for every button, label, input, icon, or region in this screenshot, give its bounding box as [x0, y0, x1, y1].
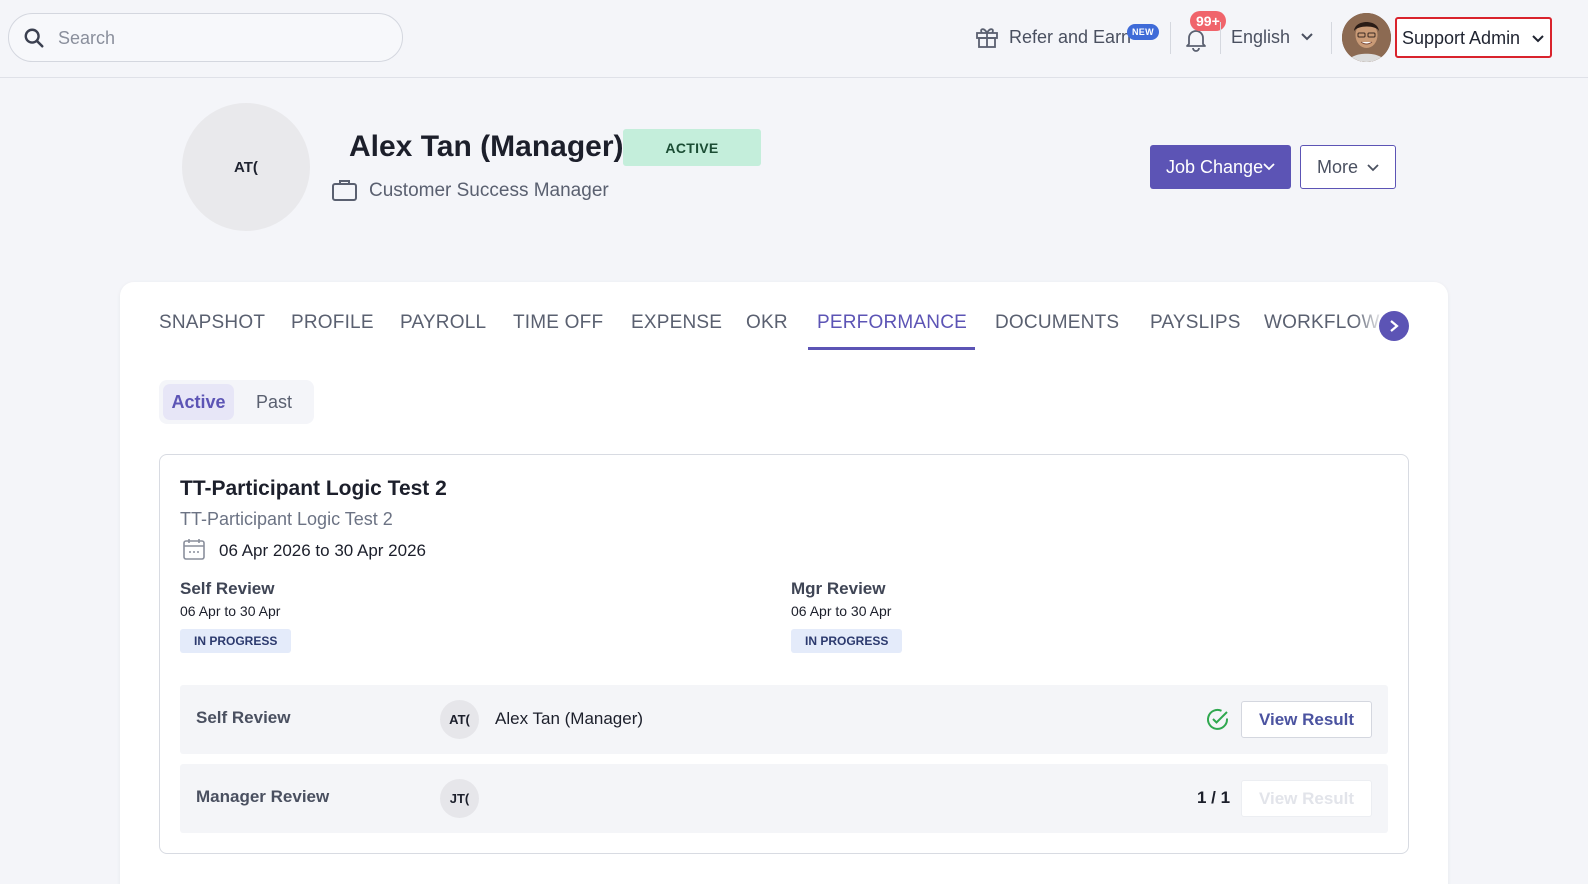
- avatar-photo-icon: [1342, 13, 1391, 62]
- tab-okr[interactable]: OKR: [746, 312, 788, 334]
- search-input[interactable]: Search: [58, 28, 115, 49]
- divider: [1220, 22, 1221, 54]
- new-badge: NEW: [1127, 24, 1159, 40]
- phase-self-review: Self Review 06 Apr to 30 Apr IN PROGRESS: [180, 579, 292, 653]
- status-badge: ACTIVE: [623, 129, 761, 166]
- tabs-next-button[interactable]: [1379, 311, 1409, 341]
- review-row-label: Self Review: [196, 708, 291, 727]
- tab-payslips[interactable]: PAYSLIPS: [1150, 312, 1241, 334]
- tab-performance[interactable]: PERFORMANCE: [817, 312, 967, 334]
- reviewer-avatar: JT(: [440, 779, 479, 818]
- search-box[interactable]: Search: [8, 13, 403, 62]
- segment-past[interactable]: Past: [239, 384, 309, 420]
- review-row-self: Self Review AT( Alex Tan (Manager) View …: [180, 685, 1388, 754]
- chevron-down-icon[interactable]: [1300, 32, 1314, 42]
- active-tab-indicator: [808, 347, 975, 350]
- review-cycle-card: TT-Participant Logic Test 2 TT-Participa…: [159, 454, 1409, 854]
- chevron-down-icon: [1367, 164, 1379, 172]
- review-cycle-dates: 06 Apr 2026 to 30 Apr 2026: [219, 541, 427, 560]
- review-row-manager: Manager Review JT( 1 / 1 View Result: [180, 764, 1388, 833]
- profile-avatar: AT(: [182, 103, 310, 231]
- tab-snapshot[interactable]: SNAPSHOT: [159, 312, 265, 334]
- job-change-button[interactable]: Job Change: [1150, 145, 1291, 189]
- divider: [1170, 22, 1171, 54]
- tab-bar: SNAPSHOT PROFILE PAYROLL TIME OFF EXPENS…: [159, 312, 1399, 352]
- search-icon: [24, 28, 44, 48]
- user-menu-button[interactable]: Support Admin: [1395, 17, 1552, 58]
- segment-active[interactable]: Active: [163, 384, 234, 420]
- chevron-right-icon: [1390, 320, 1399, 332]
- phase-status-badge: IN PROGRESS: [791, 629, 903, 653]
- refer-label: Refer and Earn: [1009, 26, 1132, 47]
- review-cycle-title: TT-Participant Logic Test 2: [180, 477, 447, 500]
- tab-time-off[interactable]: TIME OFF: [513, 312, 603, 334]
- calendar-icon: [183, 539, 205, 560]
- phase-manager-review: Mgr Review 06 Apr to 30 Apr IN PROGRESS: [791, 579, 903, 653]
- review-progress-count: 1 / 1: [1197, 788, 1231, 807]
- review-row-label: Manager Review: [196, 787, 330, 806]
- refer-and-earn-link[interactable]: Refer and Earn NEW: [974, 24, 1159, 50]
- job-change-label: Job Change: [1166, 156, 1264, 177]
- phase-title: Mgr Review: [791, 579, 886, 598]
- tab-documents[interactable]: DOCUMENTS: [995, 312, 1119, 334]
- briefcase-icon: [332, 180, 357, 201]
- status-segment-control: Active Past: [159, 380, 314, 424]
- phase-title: Self Review: [180, 579, 275, 598]
- phase-status-badge: IN PROGRESS: [180, 629, 292, 653]
- tab-expense[interactable]: EXPENSE: [631, 312, 722, 334]
- reviewer-name: Alex Tan (Manager): [495, 709, 644, 728]
- phase-dates: 06 Apr to 30 Apr: [791, 603, 892, 619]
- review-cycle-subtitle: TT-Participant Logic Test 2: [180, 509, 393, 529]
- check-circle-icon: [1207, 708, 1228, 730]
- top-bar: Search Refer and Earn NEW 99+ English Su…: [0, 0, 1588, 78]
- job-title: Customer Success Manager: [369, 180, 609, 201]
- gift-icon: [976, 28, 998, 48]
- view-result-button-disabled: View Result: [1241, 780, 1372, 817]
- divider: [1331, 22, 1332, 54]
- language-selector[interactable]: English: [1231, 27, 1290, 48]
- more-button[interactable]: More: [1300, 145, 1396, 189]
- user-avatar[interactable]: [1342, 13, 1391, 62]
- tab-payroll[interactable]: PAYROLL: [400, 312, 486, 334]
- more-label: More: [1317, 156, 1359, 177]
- employee-detail-card: SNAPSHOT PROFILE PAYROLL TIME OFF EXPENS…: [120, 282, 1448, 884]
- tab-profile[interactable]: PROFILE: [291, 312, 374, 334]
- phase-dates: 06 Apr to 30 Apr: [180, 603, 281, 619]
- view-result-button[interactable]: View Result: [1241, 701, 1372, 738]
- reviewer-avatar: AT(: [440, 700, 479, 739]
- employee-name: Alex Tan (Manager): [349, 130, 624, 163]
- chevron-down-icon: [1532, 35, 1544, 43]
- chevron-down-icon: [1263, 163, 1275, 171]
- user-menu-label: Support Admin: [1402, 28, 1521, 48]
